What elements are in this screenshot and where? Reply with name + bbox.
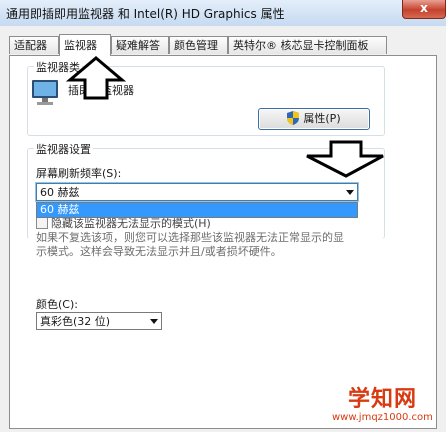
up-arrow-annotation-icon xyxy=(66,56,126,100)
refresh-rate-value: 60 赫兹 xyxy=(40,186,80,199)
watermark-logo: 学知网 www.jmqz1000.com xyxy=(332,388,433,424)
watermark-brand: 学知网 xyxy=(347,387,417,412)
tab-troubleshoot[interactable]: 疑难解答 xyxy=(111,36,169,54)
down-arrow-annotation-icon xyxy=(306,140,384,178)
tab-intel-control-panel[interactable]: 英特尔® 核芯显卡控制面板 xyxy=(228,36,387,54)
tab-monitor[interactable]: 监视器 xyxy=(59,34,111,56)
watermark-url: www.jmqz1000.com xyxy=(332,412,433,423)
window-title: 通用即插即用监视器 和 Intel(R) HD Graphics 属性 xyxy=(6,7,285,21)
chevron-down-icon xyxy=(150,319,158,324)
refresh-rate-option[interactable]: 60 赫兹 xyxy=(37,203,357,217)
shield-icon xyxy=(287,111,300,125)
refresh-rate-dropdown-list: 60 赫兹 xyxy=(36,202,358,218)
properties-button-label: 属性(P) xyxy=(303,112,341,125)
title-bar[interactable]: 通用即插即用监视器 和 Intel(R) HD Graphics 属性 x xyxy=(0,0,446,26)
monitor-icon xyxy=(32,80,58,105)
warning-description: 如果不复选该项，则您可以选择那些该监视器无法正常显示的显示模式。这样会导致无法显… xyxy=(36,231,344,258)
tab-color-management[interactable]: 颜色管理 xyxy=(169,36,228,54)
close-button[interactable]: x xyxy=(402,0,446,19)
color-depth-select[interactable]: 真彩色(32 位) xyxy=(36,312,162,330)
properties-window: 通用即插即用监视器 和 Intel(R) HD Graphics 属性 x 适配… xyxy=(0,0,446,432)
tab-adapter[interactable]: 适配器 xyxy=(9,36,59,54)
monitor-settings-title: 监视器设置 xyxy=(34,141,93,157)
color-depth-value: 真彩色(32 位) xyxy=(40,315,111,328)
properties-button[interactable]: 属性(P) xyxy=(258,108,370,130)
refresh-rate-select[interactable]: 60 赫兹 xyxy=(36,183,358,201)
chevron-down-icon xyxy=(346,190,354,195)
refresh-rate-label: 屏幕刷新频率(S): xyxy=(36,167,122,180)
color-label: 颜色(C): xyxy=(36,298,78,311)
hide-modes-checkbox[interactable] xyxy=(36,217,48,229)
